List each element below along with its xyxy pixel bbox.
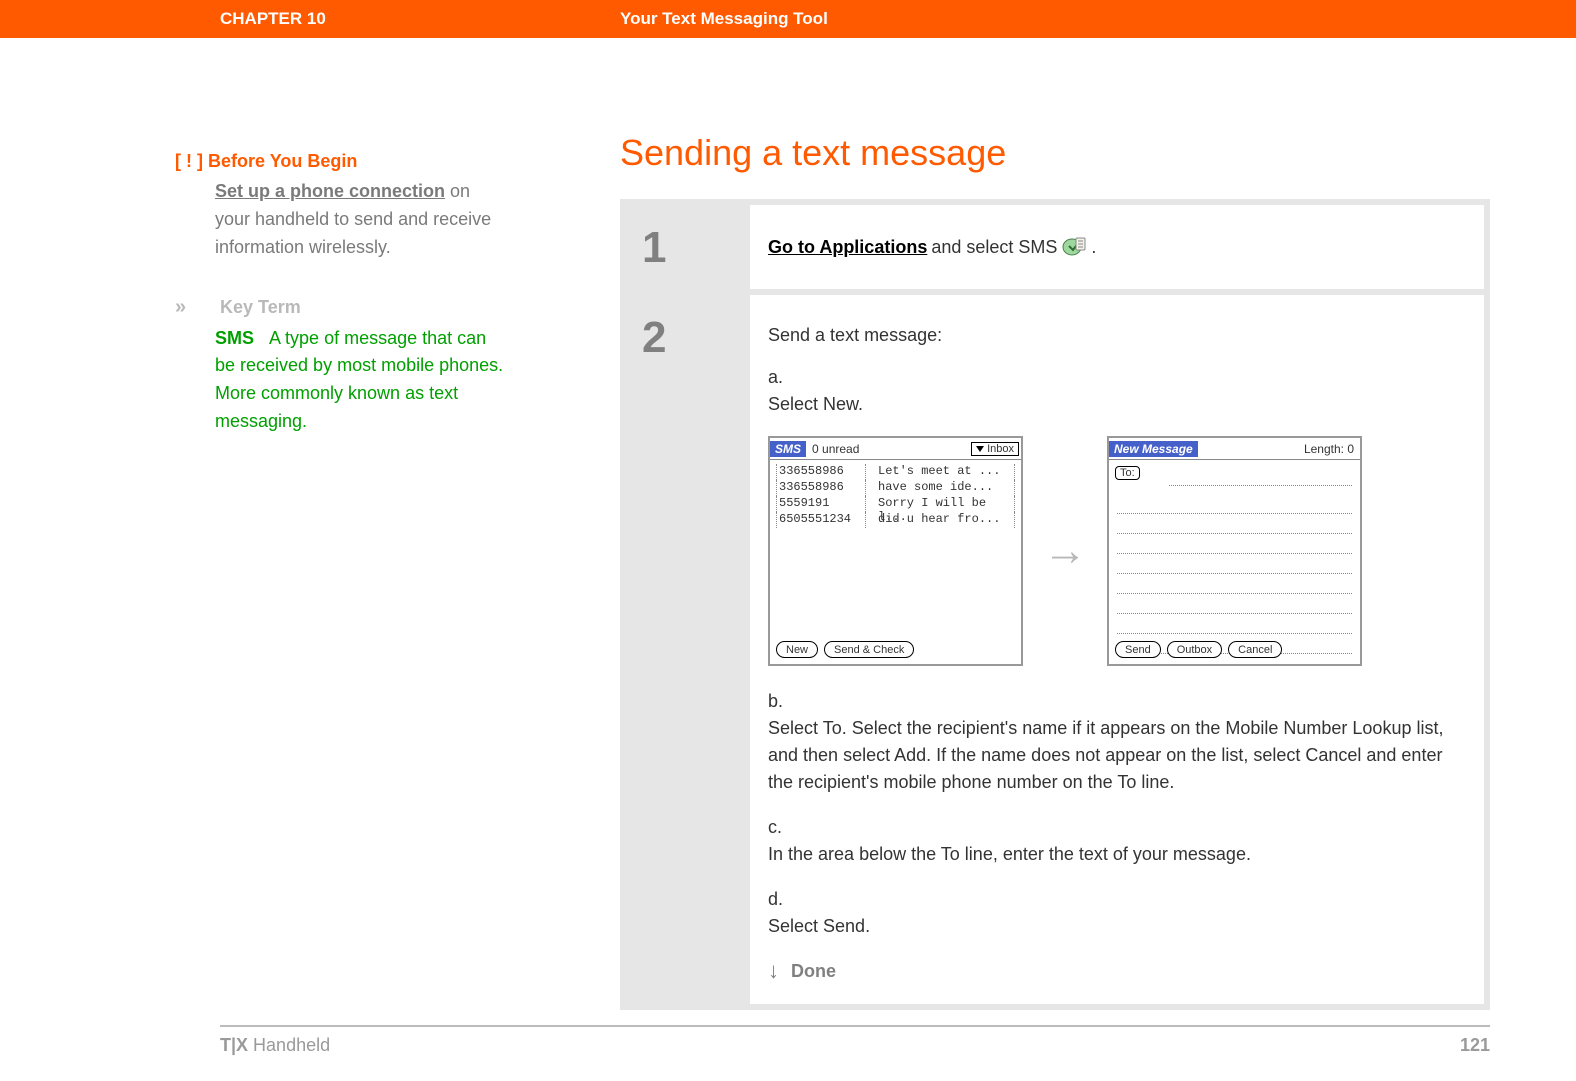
device-screenshots: SMS 0 unread Inbox 336558986 Let's meet a… [768, 436, 1466, 666]
product-name: T|X Handheld [220, 1035, 330, 1056]
page-number: 121 [1460, 1035, 1490, 1056]
arrow-right-icon: → [1043, 526, 1087, 576]
compose-text-line[interactable] [1117, 538, 1352, 554]
compose-to-button[interactable]: To: [1115, 466, 1140, 480]
compose-text-line[interactable] [1117, 598, 1352, 614]
key-term-body: SMS A type of message that can be receiv… [215, 325, 510, 437]
product-name-rest: Handheld [248, 1035, 330, 1055]
compose-send-button[interactable]: Send [1115, 641, 1161, 658]
compose-length-label: Length: 0 [1198, 442, 1360, 456]
step-1-number: 1 [620, 205, 750, 289]
inbox-unread-count: 0 unread [806, 442, 971, 456]
alert-marker: [ ! ] [175, 151, 203, 171]
substep-b: b. Select To. Select the recipient's nam… [768, 688, 1466, 796]
compose-cancel-button[interactable]: Cancel [1228, 641, 1282, 658]
step-2: 2 Send a text message: a. Select New. [620, 295, 1484, 1004]
compose-to-line[interactable] [1169, 470, 1352, 486]
key-term-block: » Key Term SMS A type of message that ca… [175, 292, 510, 437]
step-2-number: 2 [620, 295, 750, 1004]
substep-a-text: Select New. [768, 391, 1448, 418]
compose-outbox-button[interactable]: Outbox [1167, 641, 1222, 658]
inbox-row-preview: did u hear fro... [876, 512, 1015, 528]
go-to-applications-link[interactable]: Go to Applications [768, 237, 927, 258]
inbox-row-number: 5559191 [776, 496, 866, 512]
inbox-row[interactable]: 336558986 Let's meet at ... [776, 464, 1015, 480]
inbox-row[interactable]: 336558986 have some ide... [776, 480, 1015, 496]
inbox-folder-label: Inbox [987, 443, 1014, 455]
inbox-folder-dropdown[interactable]: Inbox [971, 442, 1019, 456]
step-1: 1 Go to Applications and select SMS [620, 205, 1484, 289]
substep-b-label: b. [768, 688, 796, 715]
inbox-row-number: 336558986 [776, 464, 866, 480]
chapter-header: CHAPTER 10 Your Text Messaging Tool [0, 0, 1576, 38]
inbox-row-preview: Let's meet at ... [876, 464, 1015, 480]
substep-c-label: c. [768, 814, 796, 841]
key-term-definition: A type of message that can be received b… [215, 328, 503, 432]
new-message-screenshot: New Message Length: 0 To: [1107, 436, 1362, 666]
sms-inbox-screenshot: SMS 0 unread Inbox 336558986 Let's meet a… [768, 436, 1023, 666]
inbox-row-number: 6505551234 [776, 512, 866, 528]
page-footer: T|X Handheld 121 [220, 1035, 1490, 1056]
compose-text-line[interactable] [1117, 518, 1352, 534]
before-you-begin-title: Before You Begin [208, 151, 357, 171]
substep-a-label: a. [768, 364, 796, 391]
sidebar: [ ! ] Before You Begin Set up a phone co… [175, 148, 510, 436]
inbox-row[interactable]: 5559191 Sorry I will be l... [776, 496, 1015, 512]
done-label: Done [791, 961, 836, 982]
inbox-row-preview: Sorry I will be l... [876, 496, 1015, 512]
chapter-title: Your Text Messaging Tool [620, 9, 828, 29]
compose-text-line[interactable] [1117, 578, 1352, 594]
down-arrow-icon: ↓ [768, 958, 779, 984]
inbox-app-tag: SMS [770, 441, 806, 457]
step-2-intro: Send a text message: [768, 325, 1466, 346]
step-1-period: . [1091, 237, 1096, 258]
substep-a: a. Select New. [768, 364, 1466, 418]
substep-d-text: Select Send. [768, 913, 1448, 940]
key-term-title: Key Term [220, 297, 301, 317]
before-you-begin-body: Set up a phone connection on your handhe… [215, 178, 510, 262]
substep-b-text: Select To. Select the recipient's name i… [768, 715, 1448, 796]
footer-divider [220, 1025, 1490, 1027]
step-1-text-after: and select SMS [931, 237, 1057, 258]
dropdown-triangle-icon [976, 446, 984, 452]
compose-text-line[interactable] [1117, 498, 1352, 514]
sms-app-icon [1061, 235, 1087, 259]
substep-d-label: d. [768, 886, 796, 913]
setup-phone-connection-link[interactable]: Set up a phone connection [215, 181, 445, 201]
compose-text-line[interactable] [1117, 558, 1352, 574]
compose-app-tag: New Message [1109, 441, 1198, 457]
product-name-bold: T|X [220, 1035, 248, 1055]
key-term-marker: » [175, 292, 215, 323]
compose-text-line[interactable] [1117, 618, 1352, 634]
steps-container: 1 Go to Applications and select SMS [620, 199, 1490, 1010]
substep-d: d. Select Send. [768, 886, 1466, 940]
inbox-row-preview: have some ide... [876, 480, 1015, 496]
step-2-body: Send a text message: a. Select New. SMS [750, 295, 1484, 1004]
inbox-send-check-button[interactable]: Send & Check [824, 641, 914, 658]
chapter-label: CHAPTER 10 [220, 9, 620, 29]
before-you-begin-block: [ ! ] Before You Begin Set up a phone co… [175, 148, 510, 262]
page-title: Sending a text message [620, 132, 1490, 174]
inbox-row-number: 336558986 [776, 480, 866, 496]
main-content: Sending a text message 1 Go to Applicati… [620, 132, 1490, 1010]
inbox-row[interactable]: 6505551234 did u hear fro... [776, 512, 1015, 528]
key-term-term: SMS [215, 328, 254, 348]
substep-c: c. In the area below the To line, enter … [768, 814, 1466, 868]
substep-c-text: In the area below the To line, enter the… [768, 841, 1448, 868]
done-indicator: ↓ Done [768, 958, 1466, 984]
inbox-new-button[interactable]: New [776, 641, 818, 658]
inbox-message-list: 336558986 Let's meet at ... 336558986 have… [770, 460, 1021, 532]
step-1-body: Go to Applications and select SMS . [750, 205, 1484, 289]
